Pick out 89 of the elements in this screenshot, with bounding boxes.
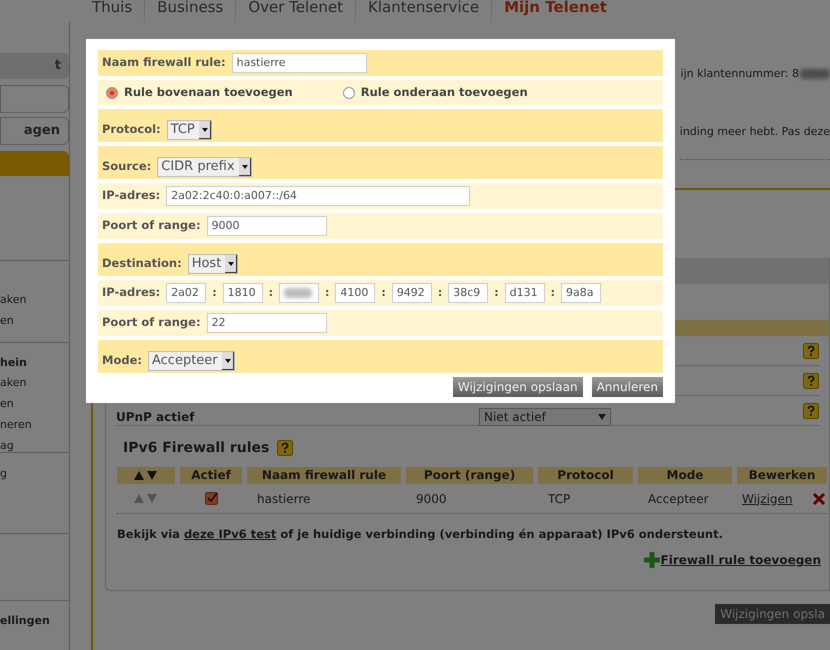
help-icon	[277, 440, 294, 456]
column-header: Mode	[638, 467, 732, 484]
sidebar-link[interactable]: en	[0, 310, 14, 332]
column-header: Protocol	[538, 467, 633, 484]
dropdown[interactable]: Accepteer	[148, 350, 235, 370]
input-field[interactable]: 22	[206, 313, 327, 333]
input-field[interactable]: hastierre	[232, 53, 367, 73]
dropdown[interactable]: TCP	[166, 120, 212, 140]
move-arrows-icon	[133, 493, 159, 504]
checkbox[interactable]	[204, 492, 218, 505]
sort-arrows-icon	[133, 470, 159, 481]
dropdown-arrow-icon	[225, 254, 238, 272]
dropdown[interactable]: Host	[188, 254, 238, 274]
sidebar-link[interactable]: neren	[0, 414, 32, 436]
sidebar-button[interactable]: agen	[0, 116, 69, 145]
caret-icon	[598, 414, 606, 420]
input-field[interactable]: 2a02:2c40:0:a007::/64	[166, 186, 470, 206]
separator-colon: :	[438, 284, 442, 301]
delete-icon[interactable]	[813, 492, 825, 504]
notice-text: inding meer hebt. Pas deze	[680, 124, 830, 160]
radio-option[interactable]: Rule onderaan toevoegen	[342, 84, 528, 102]
input-field[interactable]: 9000	[206, 216, 327, 236]
column-header: Poort (range)	[406, 467, 533, 484]
cancel-button[interactable]: Annuleren	[592, 377, 663, 397]
separator-colon: :	[212, 284, 217, 301]
sidebar-tab[interactable]	[0, 85, 69, 113]
separator-colon: :	[494, 284, 499, 301]
input-field[interactable]: 9492	[392, 283, 432, 303]
input-field[interactable]: 9a8a	[561, 283, 602, 303]
setting-label: UPnP actief	[116, 409, 196, 426]
field-label: Naam firewall rule:	[102, 54, 226, 72]
sidebar-link[interactable]: aken	[0, 372, 26, 394]
sidebar-tab[interactable]	[0, 150, 69, 176]
customer-number-label: ijn klantennummer: 8	[680, 66, 799, 82]
dropdown[interactable]: Niet actief	[479, 408, 611, 426]
help-icon	[803, 373, 819, 389]
column-header: Naam firewall rule	[247, 467, 401, 484]
nav-tab[interactable]: Over Telenet	[235, 0, 356, 22]
dropdown[interactable]: CIDR prefix	[157, 156, 252, 176]
section-title: IPv6 Firewall rules	[123, 438, 270, 458]
field-label: Protocol:	[102, 120, 161, 138]
separator-colon: :	[550, 284, 556, 301]
help-icon	[803, 343, 819, 359]
input-field[interactable]: 4100	[335, 283, 376, 303]
dropdown-arrow-icon	[238, 158, 251, 176]
ipv6-test-link[interactable]: deze IPv6 test	[184, 527, 276, 541]
field-label: IP-adres:	[102, 284, 160, 302]
nav-tab[interactable]: Business	[144, 0, 236, 22]
table-cell: 9000	[416, 492, 447, 506]
sidebar-link[interactable]: g	[0, 463, 7, 484]
dropdown-arrow-icon	[222, 352, 234, 370]
input-field[interactable]: 2a02	[166, 283, 206, 303]
field-label: Poort of range:	[102, 314, 201, 332]
nav-tab[interactable]: Mijn Telenet	[491, 0, 619, 22]
nav-tab[interactable]: Klantenservice	[355, 0, 492, 22]
save-changes-button[interactable]: Wijzigingen opslaan	[452, 377, 583, 397]
separator-colon: :	[268, 284, 273, 301]
separator-colon: :	[381, 284, 386, 301]
sidebar-heading: hein	[0, 355, 27, 372]
sidebar-button[interactable]: t	[0, 53, 69, 79]
table-cell: Accepteer	[648, 492, 709, 506]
edit-link[interactable]: Wijzigen	[742, 490, 793, 508]
separator-colon: :	[325, 284, 330, 301]
radio-option[interactable]: Rule bovenaan toevoegen	[106, 84, 293, 102]
field-label: Mode:	[102, 352, 142, 369]
field-label: Source:	[102, 158, 152, 175]
save-button[interactable]: Wijzigingen opsla	[715, 604, 830, 624]
input-field[interactable]: 1810	[222, 283, 263, 303]
input-field[interactable]: 38c9	[448, 283, 488, 303]
sidebar-link[interactable]: aken	[0, 289, 26, 310]
blurred-text	[284, 288, 312, 298]
ipv6-note: Bekijk via deze IPv6 test of je huidige verbinding (verbinding én apparaat) IPv6 ondersteunt.	[117, 526, 724, 543]
blurred-number	[800, 69, 830, 79]
plus-icon	[644, 552, 660, 568]
sidebar-link[interactable]: en	[0, 393, 14, 414]
nav-tab[interactable]: Thuis	[80, 0, 144, 22]
dropdown-arrow-icon	[198, 120, 211, 138]
field-label: IP-adres:	[102, 187, 160, 204]
table-cell: hastierre	[257, 492, 310, 506]
field-label: Poort of range:	[102, 217, 201, 234]
column-header: Actief	[180, 467, 242, 484]
add-rule-link[interactable]: Firewall rule toevoegen	[660, 551, 821, 570]
input-field[interactable]	[279, 283, 319, 303]
sidebar-heading: ellingen	[0, 612, 50, 629]
help-icon	[803, 403, 819, 419]
field-label: Destination:	[102, 254, 182, 272]
input-field[interactable]: d131	[504, 283, 545, 303]
table-cell: TCP	[548, 492, 570, 506]
column-header: Bewerken	[737, 467, 827, 484]
